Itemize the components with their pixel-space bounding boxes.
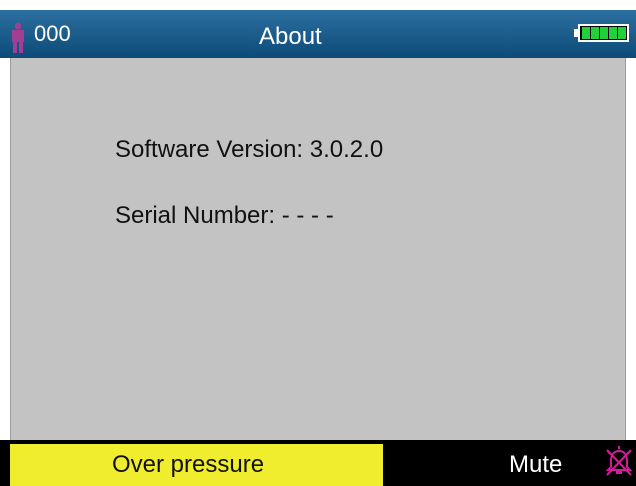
page-title: About	[259, 23, 322, 50]
serial-number: Serial Number: - - - -	[115, 202, 334, 229]
device-screen: 000 About Software Version: 3.0.2.0 Seri…	[0, 0, 636, 486]
about-panel: Software Version: 3.0.2.0 Serial Number:…	[10, 58, 626, 440]
alarm-muted-icon[interactable]	[604, 446, 634, 478]
alarm-message: Over pressure	[112, 451, 265, 478]
header-bar: 000 About	[0, 10, 636, 58]
battery-full-icon	[574, 24, 629, 42]
software-version: Software Version: 3.0.2.0	[115, 136, 384, 163]
mute-label[interactable]: Mute	[509, 451, 562, 479]
patient-id: 000	[34, 21, 71, 46]
patient-figure-icon	[12, 22, 24, 53]
